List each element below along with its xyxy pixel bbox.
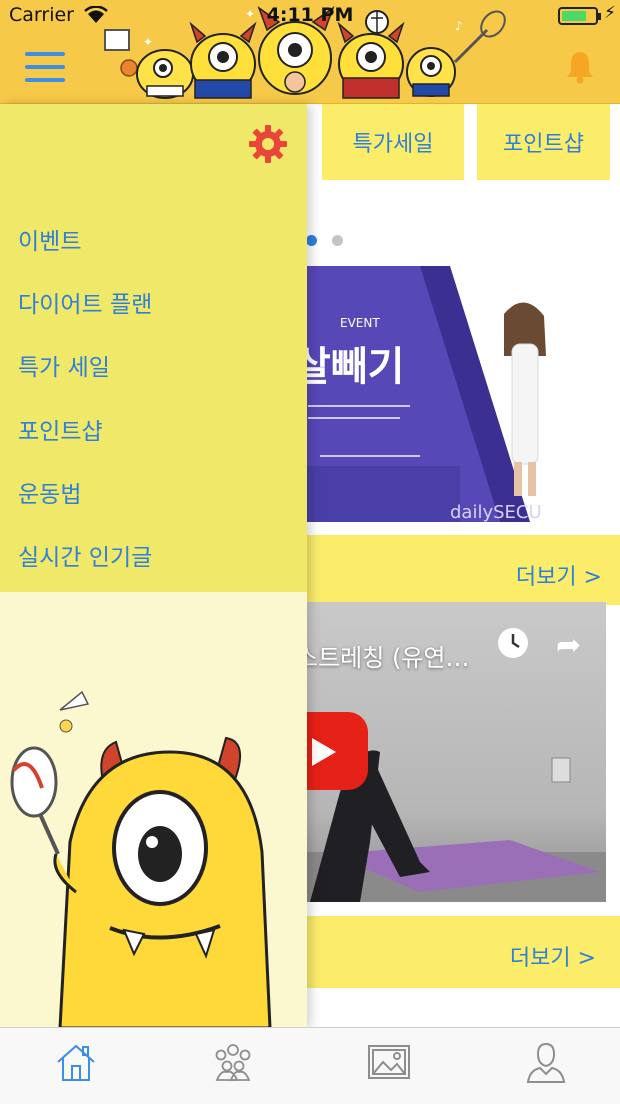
svg-text:✦: ✦ [143,35,153,49]
bottom-tab-bar [0,1027,620,1104]
drawer-item-label: 다이어트 플랜 [18,292,153,318]
banner-event-tag: EVENT [340,316,380,330]
drawer-item-label: 포인트샵 [18,419,103,445]
carousel-dot-active[interactable] [306,235,317,246]
charging-icon: ⚡ [604,3,616,23]
tab-label: 포인트샵 [503,132,584,157]
side-drawer: 이벤트 다이어트 플랜 특가 세일 포인트샵 운동법 실시간 인기글 [0,104,307,1028]
gallery-icon[interactable] [367,1040,411,1084]
app-screen: Carrier 4:11 PM ⚡ ✦ ✦ ♪ 특가세일 포인트샵 EVENT … [0,0,620,1104]
section-more-bar: 더보기 > [300,535,620,605]
drawer-item-event[interactable]: 이벤트 [0,222,307,278]
drawer-menu: 이벤트 다이어트 플랜 특가 세일 포인트샵 운동법 실시간 인기글 [0,104,307,592]
home-icon[interactable] [54,1040,98,1084]
drawer-item-label: 운동법 [18,482,82,508]
profile-icon[interactable] [524,1040,568,1084]
banner-artwork [300,266,620,522]
drawer-item-label: 이벤트 [18,229,82,255]
community-icon[interactable] [211,1040,255,1084]
bell-icon[interactable] [565,50,595,84]
gear-icon[interactable] [248,124,288,164]
drawer-item-diet-plan[interactable]: 다이어트 플랜 [0,285,307,341]
clock: 4:11 PM [266,4,354,26]
section-more-bar: 더보기 > [300,916,620,988]
video-title: 스트레칭 (유연… [300,644,470,672]
video-player[interactable]: 스트레칭 (유연… ➦ [300,602,606,902]
banner-brand: dailySECU [450,502,542,522]
status-bar: Carrier 4:11 PM ⚡ [0,0,620,30]
share-icon[interactable]: ➦ [556,628,581,663]
youtube-play-icon[interactable] [300,712,368,790]
drawer-item-exercise[interactable]: 운동법 [0,475,307,531]
drawer-item-point-shop[interactable]: 포인트샵 [0,412,307,468]
carousel-dot[interactable] [332,235,343,246]
tab-special-sale[interactable]: 특가세일 [322,104,464,180]
tab-label: 특가세일 [352,132,434,157]
tab-point-shop[interactable]: 포인트샵 [477,104,610,180]
drawer-mascot-illustration [0,592,307,1028]
event-banner[interactable]: EVENT 살빼기 dailySECU [300,266,620,522]
drawer-item-label: 특가 세일 [18,355,110,381]
drawer-item-special-sale[interactable]: 특가 세일 [0,348,307,404]
battery-icon [558,7,601,25]
banner-headline: 살빼기 [300,344,405,390]
drawer-item-label: 실시간 인기글 [18,545,153,571]
more-link[interactable]: 더보기 > [516,559,602,591]
hamburger-icon[interactable] [22,50,68,84]
drawer-item-popular-posts[interactable]: 실시간 인기글 [0,538,307,594]
more-link[interactable]: 더보기 > [510,940,596,972]
